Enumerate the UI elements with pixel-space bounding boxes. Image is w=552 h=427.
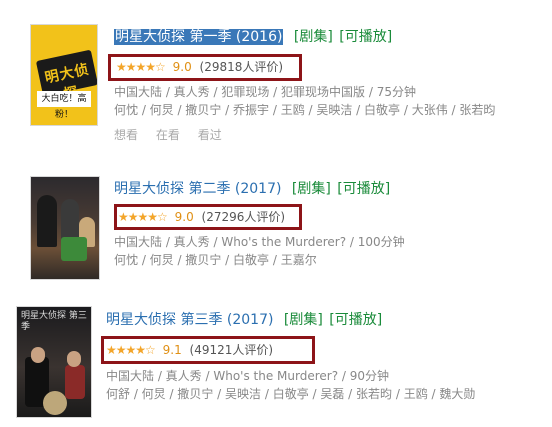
poster-figure	[43, 391, 67, 415]
watched-link[interactable]: 看过	[198, 128, 222, 142]
result-cast: 何舒 / 何炅 / 撒贝宁 / 吴映洁 / 白敬亭 / 吴磊 / 张若昀 / 王…	[106, 387, 476, 401]
result-title-row: 明星大侦探 第三季 (2017) [剧集] [可播放]	[106, 311, 382, 329]
poster-figure	[31, 347, 45, 363]
result-meta: 中国大陆 / 真人秀 / Who's the Murderer? / 90分钟	[106, 369, 390, 383]
tag-playable[interactable]: [可播放]	[339, 29, 392, 45]
result-meta: 中国大陆 / 真人秀 / Who's the Murderer? / 100分钟	[114, 235, 405, 249]
poster-caption: 大白吃！高粉！	[37, 91, 91, 120]
want-to-watch-link[interactable]: 想看	[114, 128, 138, 142]
result-actions: 想看 在看 看过	[114, 127, 236, 143]
poster-title: 明星大侦探 第三季	[21, 311, 87, 332]
poster-figure	[37, 195, 57, 247]
poster-figure	[67, 351, 81, 367]
poster-figure	[65, 365, 85, 399]
result-title-link[interactable]: 明星大侦探 第一季 (2016)	[114, 29, 284, 45]
result-title-row: 明星大侦探 第二季 (2017) [剧集] [可播放]	[114, 180, 390, 198]
result-title-link[interactable]: 明星大侦探 第三季 (2017)	[106, 312, 273, 328]
highlight-box	[101, 336, 315, 364]
poster-logo: 明大侦探	[35, 49, 97, 103]
result-title-row: 明星大侦探 第一季 (2016) [剧集] [可播放]	[114, 28, 392, 46]
watching-link[interactable]: 在看	[156, 128, 180, 142]
result-meta: 中国大陆 / 真人秀 / 犯罪现场 / 犯罪现场中国版 / 75分钟	[114, 85, 416, 99]
poster-image[interactable]	[30, 176, 100, 280]
tag-playable[interactable]: [可播放]	[329, 312, 382, 328]
result-cast: 何忱 / 何炅 / 撒贝宁 / 乔振宇 / 王鸥 / 吴映洁 / 白敬亭 / 大…	[114, 103, 496, 117]
poster-image[interactable]: 明大侦探 大白吃！高粉！	[30, 24, 98, 126]
tag-playable[interactable]: [可播放]	[337, 181, 390, 197]
highlight-box	[108, 54, 302, 81]
highlight-box	[114, 204, 302, 230]
poster-logo	[61, 237, 87, 261]
result-cast: 何忱 / 何炅 / 撒贝宁 / 白敬亭 / 王嘉尔	[114, 253, 317, 267]
poster-image[interactable]: 明星大侦探 第三季	[16, 306, 92, 418]
tag-series[interactable]: [剧集]	[294, 29, 333, 45]
tag-series[interactable]: [剧集]	[284, 312, 323, 328]
result-title-link[interactable]: 明星大侦探 第二季 (2017)	[114, 181, 281, 197]
tag-series[interactable]: [剧集]	[292, 181, 331, 197]
